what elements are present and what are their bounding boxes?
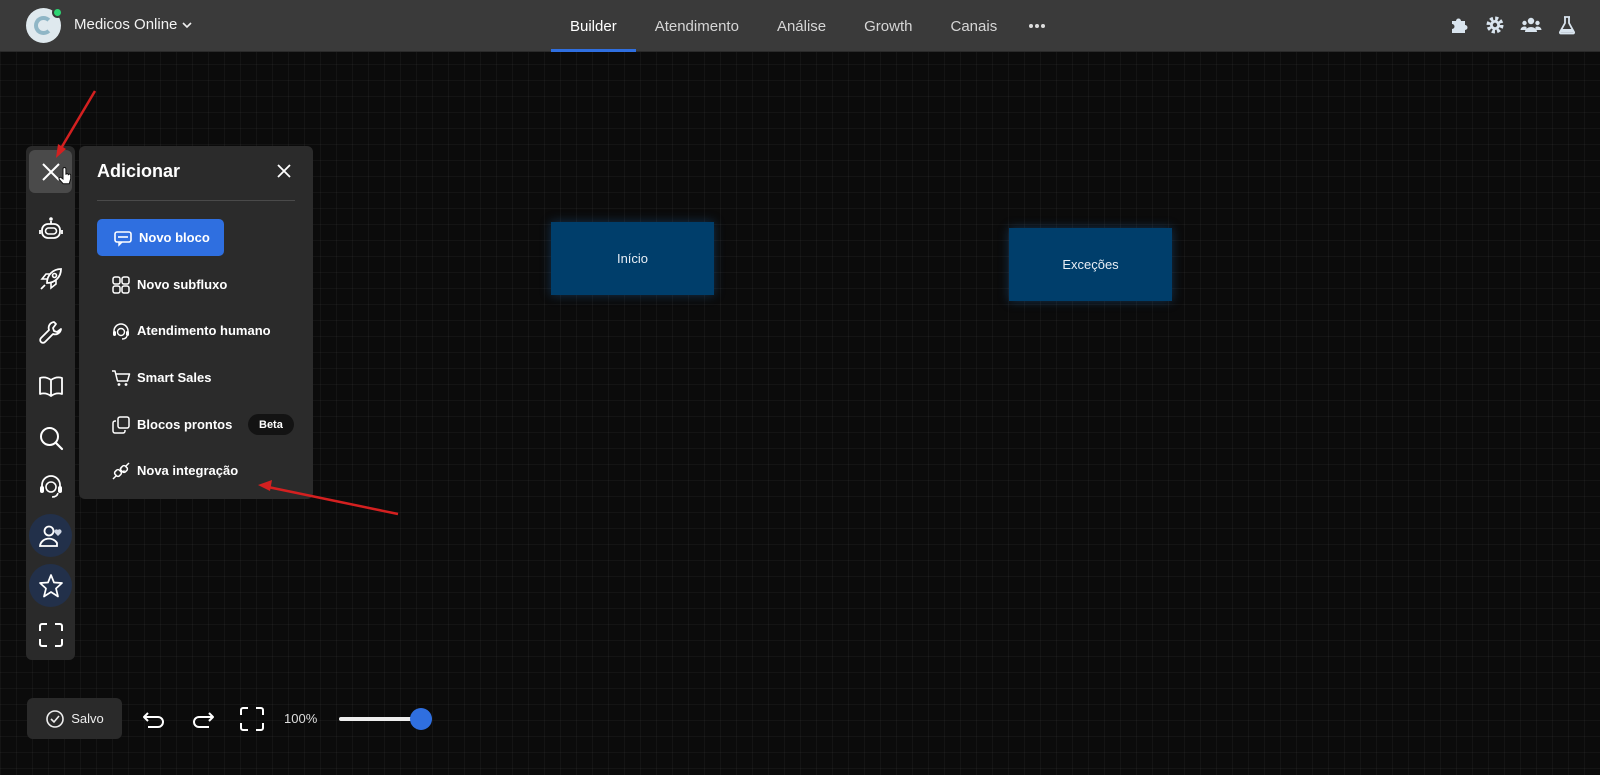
- contacts-button[interactable]: [29, 514, 72, 557]
- menu-item-label: Novo bloco: [139, 230, 210, 245]
- menu-item-label: Blocos prontos: [137, 417, 233, 432]
- zoom-slider-handle[interactable]: [410, 708, 432, 730]
- nav-builder[interactable]: Builder: [551, 0, 636, 52]
- fit-screen-button[interactable]: [238, 705, 266, 733]
- flask-icon[interactable]: [1556, 14, 1578, 36]
- left-toolbar: [26, 146, 75, 660]
- new-subflow-button[interactable]: Novo subfluxo: [97, 266, 241, 303]
- redo-button[interactable]: [189, 705, 217, 733]
- focus-frame-icon: [238, 705, 266, 733]
- top-icons: [1448, 14, 1578, 36]
- logo-ring: [34, 16, 53, 35]
- beta-badge: Beta: [248, 414, 294, 435]
- wrench-icon: [37, 318, 65, 346]
- more-menu-button[interactable]: [1016, 0, 1058, 52]
- nav-analise[interactable]: Análise: [758, 0, 845, 52]
- menu-item-label: Novo subfluxo: [137, 277, 228, 292]
- panel-divider: [97, 200, 295, 201]
- close-panel-button[interactable]: [29, 150, 72, 193]
- zoom-slider[interactable]: [339, 708, 432, 730]
- close-icon: [275, 162, 293, 180]
- rocket-button[interactable]: [29, 257, 72, 300]
- grid-icon: [111, 275, 131, 295]
- nav-atendimento[interactable]: Atendimento: [636, 0, 758, 52]
- panel-title: Adicionar: [97, 161, 181, 181]
- top-bar: Medicos Online Builder Atendimento Análi…: [0, 0, 1600, 52]
- chevron-down-icon: [181, 19, 193, 31]
- human-support-item[interactable]: Atendimento humano: [97, 312, 285, 349]
- favorites-button[interactable]: [29, 564, 72, 607]
- focus-frame-icon: [37, 621, 65, 649]
- ready-blocks-item[interactable]: Blocos prontos: [97, 406, 246, 443]
- check-circle-icon: [45, 709, 65, 729]
- puzzle-icon[interactable]: [1448, 14, 1470, 36]
- smart-sales-item[interactable]: Smart Sales: [97, 359, 225, 396]
- menu-item-label: Smart Sales: [137, 370, 212, 385]
- user-favorite-icon: [37, 522, 65, 550]
- main-nav: Builder Atendimento Análise Growth Canai…: [551, 0, 1058, 52]
- cart-icon: [111, 368, 131, 388]
- headset-icon: [37, 472, 65, 500]
- copy-blocks-icon: [111, 415, 131, 435]
- new-integration-item[interactable]: Nova integração: [97, 452, 252, 489]
- ellipsis-icon: [1028, 23, 1046, 29]
- undo-icon: [140, 705, 168, 733]
- add-panel: Adicionar Novo bloco Novo subfluxo Atend…: [79, 146, 313, 499]
- bot-icon: [37, 215, 65, 243]
- flow-block-excecoes[interactable]: Exceções: [1009, 228, 1172, 301]
- bot-button[interactable]: [29, 207, 72, 250]
- workspace-name: Medicos Online: [74, 16, 178, 33]
- zoom-level: 100%: [284, 711, 318, 726]
- save-status-label: Salvo: [71, 711, 104, 726]
- save-status-button[interactable]: Salvo: [27, 698, 122, 739]
- nav-canais[interactable]: Canais: [932, 0, 1017, 52]
- rocket-icon: [37, 265, 65, 293]
- plug-icon: [111, 461, 131, 481]
- search-button[interactable]: [29, 416, 72, 459]
- flow-block-inicio[interactable]: Início: [551, 222, 714, 295]
- search-icon: [37, 424, 65, 452]
- headset-icon: [111, 321, 131, 341]
- zoom-slider-fill: [339, 717, 421, 721]
- human-support-button[interactable]: [29, 464, 72, 507]
- nav-growth[interactable]: Growth: [845, 0, 931, 52]
- panel-close-button[interactable]: [275, 162, 293, 180]
- team-icon[interactable]: [1520, 14, 1542, 36]
- undo-button[interactable]: [140, 705, 168, 733]
- book-icon: [37, 372, 65, 400]
- message-block-icon: [113, 228, 133, 248]
- new-block-button[interactable]: Novo bloco: [97, 219, 224, 256]
- menu-item-label: Atendimento humano: [137, 323, 271, 338]
- tools-button[interactable]: [29, 310, 72, 353]
- fit-view-button[interactable]: [29, 613, 72, 656]
- redo-icon: [189, 705, 217, 733]
- menu-item-label: Nova integração: [137, 463, 239, 478]
- online-status-dot: [52, 7, 63, 18]
- app-logo[interactable]: [26, 7, 63, 43]
- gear-icon[interactable]: [1484, 14, 1506, 36]
- close-icon: [39, 160, 63, 184]
- knowledge-button[interactable]: [29, 364, 72, 407]
- star-icon: [37, 572, 65, 600]
- workspace-selector[interactable]: Medicos Online: [74, 16, 193, 33]
